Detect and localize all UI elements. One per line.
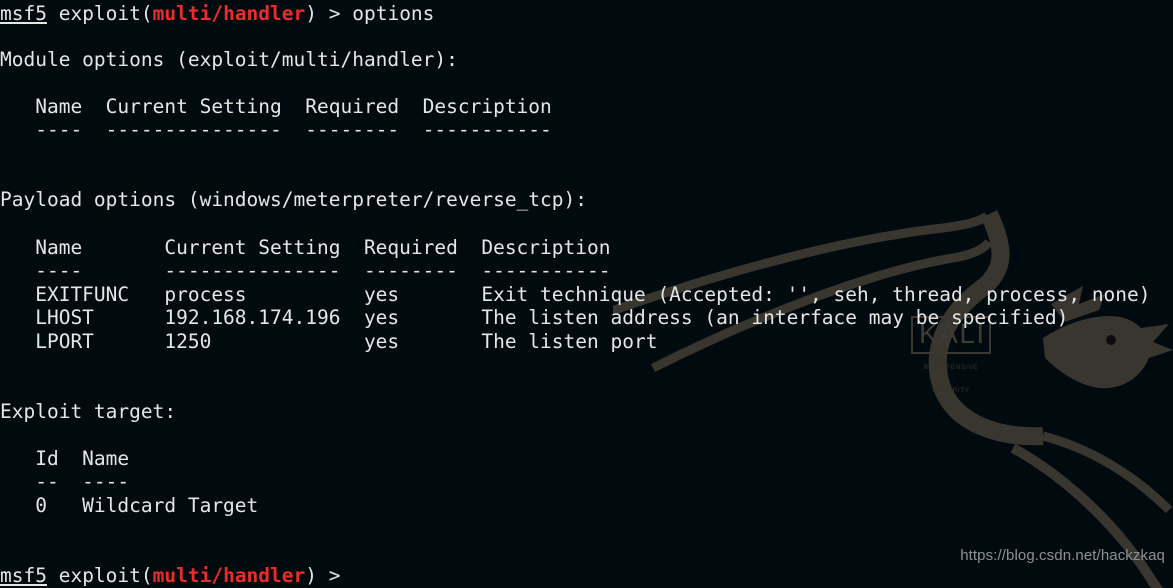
exploit-target-table-rule: -- ---- — [0, 470, 130, 493]
table-row: 0 Wildcard Target — [0, 494, 259, 517]
kali-logo: KALI BY OFFENSIVE SECURITY — [911, 316, 991, 403]
prompt-context-open: exploit( — [46, 564, 153, 587]
blog-watermark: https://blog.csdn.net/hackzkaq — [960, 546, 1165, 564]
prompt-context-close: ) > — [305, 564, 353, 587]
terminal-window: KALI BY OFFENSIVE SECURITY msf5 exploit(… — [0, 0, 1173, 588]
table-row: LPORT 1250 yes The listen port — [0, 330, 658, 353]
module-options-heading: Module options (exploit/multi/handler): — [0, 48, 458, 71]
prompt-shell-label: msf5 — [0, 2, 47, 25]
payload-options-table-header: Name Current Setting Required Descriptio… — [0, 236, 611, 259]
exploit-target-table-header: Id Name — [0, 447, 130, 470]
table-row: EXITFUNC process yes Exit technique (Acc… — [0, 283, 1151, 306]
prompt-context-close: ) > — [305, 2, 353, 25]
module-options-table-header: Name Current Setting Required Descriptio… — [0, 95, 552, 118]
payload-options-heading: Payload options (windows/meterpreter/rev… — [0, 188, 587, 211]
module-options-table-rule: ---- --------------- -------- ----------… — [0, 118, 552, 141]
prompt-line-bottom[interactable]: msf5 exploit(multi/handler) > — [0, 564, 352, 587]
kali-dragon-wallpaper: KALI BY OFFENSIVE SECURITY — [613, 118, 1173, 588]
kali-logo-tagline: BY OFFENSIVE SECURITY — [923, 364, 979, 395]
table-row: LHOST 192.168.174.196 yes The listen add… — [0, 306, 1069, 329]
prompt-line-top: msf5 exploit(multi/handler) > options — [0, 2, 434, 25]
prompt-shell-label: msf5 — [0, 564, 47, 587]
payload-options-table-rule: ---- --------------- -------- ----------… — [0, 259, 611, 282]
prompt-module-name: multi/handler — [152, 564, 306, 587]
prompt-context-open: exploit( — [46, 2, 153, 25]
prompt-command-text: options — [352, 2, 435, 25]
exploit-target-heading: Exploit target: — [0, 400, 177, 423]
prompt-module-name: multi/handler — [152, 2, 306, 25]
